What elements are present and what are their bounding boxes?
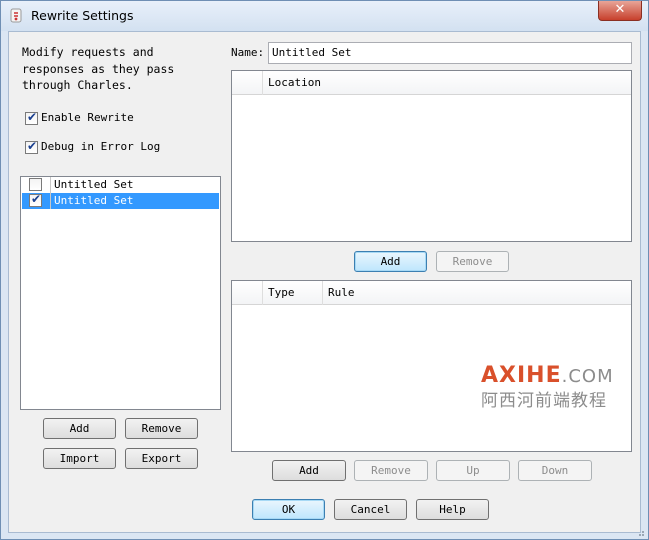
set-name: Untitled Set [54, 194, 134, 207]
add-set-button[interactable]: Add [43, 418, 116, 439]
move-up-button[interactable]: Up [436, 460, 510, 481]
move-down-button[interactable]: Down [518, 460, 592, 481]
help-button[interactable]: Help [416, 499, 489, 520]
resize-grip-icon[interactable] [636, 528, 644, 536]
rewrite-settings-window: Rewrite Settings ✕ Modify requests and r… [0, 0, 649, 540]
remove-location-button[interactable]: Remove [436, 251, 509, 272]
remove-rule-button[interactable]: Remove [354, 460, 428, 481]
enable-rewrite-label[interactable]: Enable Rewrite [41, 111, 134, 124]
set-enabled-checkbox[interactable] [29, 178, 42, 191]
name-input[interactable]: Untitled Set [268, 42, 632, 64]
cancel-button[interactable]: Cancel [334, 499, 407, 520]
add-location-button[interactable]: Add [354, 251, 427, 272]
watermark-brand: AXIHE [481, 363, 562, 388]
set-enabled-checkbox[interactable]: ✔ [29, 192, 42, 207]
close-icon: ✕ [614, 2, 626, 17]
debug-error-log-label[interactable]: Debug in Error Log [41, 140, 160, 153]
location-table[interactable]: Location [231, 70, 632, 242]
list-item[interactable]: Untitled Set [22, 177, 219, 193]
name-label: Name: [231, 46, 265, 59]
rewrite-sets-list[interactable]: Untitled Set ✔ Untitled Set [20, 176, 221, 410]
watermark-subtitle: 阿西河前端教程 [481, 391, 607, 411]
column-divider [50, 193, 51, 209]
column-divider [50, 177, 51, 193]
description-text: Modify requests and responses as they pa… [22, 45, 175, 92]
add-rule-button[interactable]: Add [272, 460, 346, 481]
close-button[interactable]: ✕ [598, 1, 642, 21]
list-item[interactable]: ✔ Untitled Set [22, 192, 219, 209]
rules-table-header: Type Rule [232, 281, 631, 305]
export-button[interactable]: Export [125, 448, 198, 469]
location-column-header[interactable]: Location [262, 71, 631, 95]
check-mark-icon: ✔ [31, 192, 42, 206]
type-column-header[interactable]: Type [262, 281, 322, 305]
enabled-column-header[interactable] [232, 71, 262, 95]
enabled-column-header[interactable] [232, 281, 262, 305]
import-button[interactable]: Import [43, 448, 116, 469]
watermark-domain: .COM [561, 366, 614, 387]
title-bar[interactable]: Rewrite Settings ✕ [1, 1, 648, 31]
location-table-header: Location [232, 71, 631, 95]
ok-button[interactable]: OK [252, 499, 325, 520]
dialog-body: Modify requests and responses as they pa… [8, 31, 644, 536]
rule-column-header[interactable]: Rule [322, 281, 631, 305]
check-mark-icon: ✔ [27, 110, 38, 124]
remove-set-button[interactable]: Remove [125, 418, 198, 439]
charles-app-icon [10, 8, 22, 23]
debug-error-log-checkbox[interactable]: ✔ [25, 139, 38, 154]
window-title: Rewrite Settings [31, 8, 134, 23]
site-watermark: AXIHE.COM 阿西河前端教程 [481, 363, 614, 411]
enable-rewrite-checkbox[interactable]: ✔ [25, 110, 38, 125]
set-name: Untitled Set [54, 178, 134, 191]
check-mark-icon: ✔ [27, 139, 38, 153]
